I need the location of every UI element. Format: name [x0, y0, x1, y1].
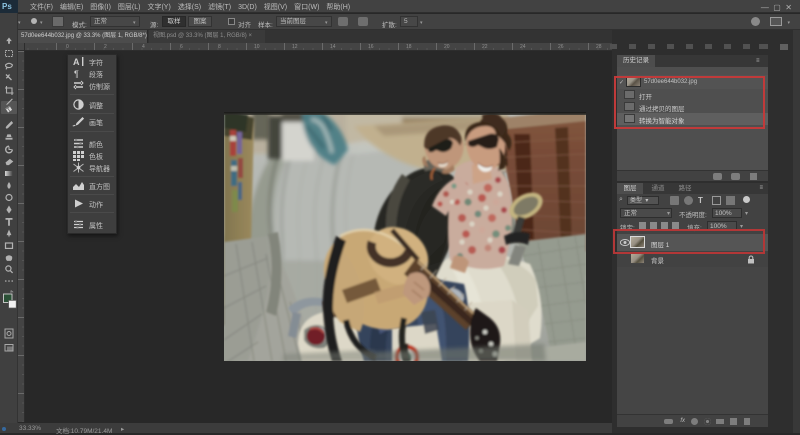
- svg-text:¶: ¶: [74, 69, 79, 79]
- svg-text:A: A: [73, 57, 80, 67]
